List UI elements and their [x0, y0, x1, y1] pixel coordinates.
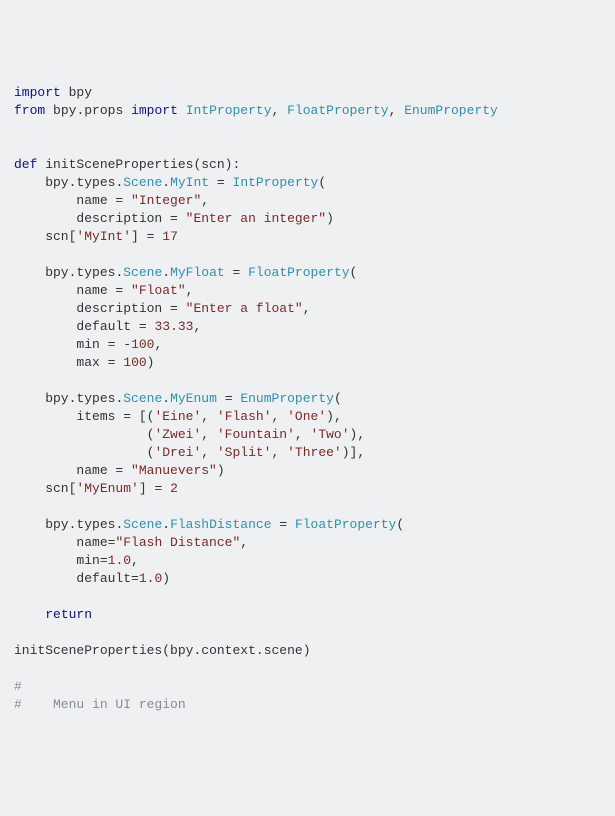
- function-name: initSceneProperties: [37, 157, 193, 172]
- module-name: bpy: [61, 85, 92, 100]
- keyword-def: def: [14, 157, 37, 172]
- keyword-import: import: [14, 85, 61, 100]
- class-name: IntProperty: [186, 103, 272, 118]
- code-block: import bpy from bpy.props import IntProp…: [14, 84, 601, 714]
- param: scn: [201, 157, 224, 172]
- module-name: bpy: [45, 103, 76, 118]
- class-name: EnumProperty: [404, 103, 498, 118]
- keyword-from: from: [14, 103, 45, 118]
- comment: #: [14, 679, 22, 694]
- keyword-import: import: [131, 103, 178, 118]
- submodule: props: [84, 103, 131, 118]
- keyword-return: return: [45, 607, 92, 622]
- class-name: FloatProperty: [287, 103, 388, 118]
- comment: # Menu in UI region: [14, 697, 186, 712]
